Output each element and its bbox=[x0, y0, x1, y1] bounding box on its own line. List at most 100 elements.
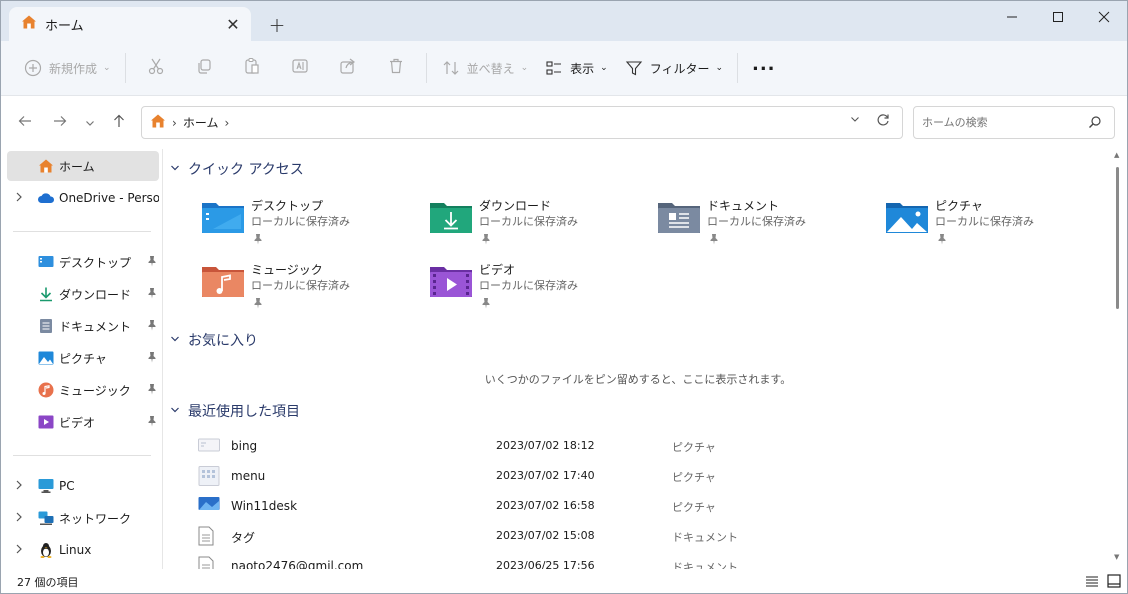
table-row[interactable]: bing 2023/07/02 18:12 ピクチャ bbox=[194, 431, 1094, 461]
arrow-right-icon bbox=[53, 114, 67, 132]
item-count: 27 個の項目 bbox=[17, 576, 79, 589]
quick-access-item-desktop[interactable]: デスクトップ ローカルに保存済み bbox=[201, 195, 411, 251]
maximize-button[interactable] bbox=[1035, 1, 1081, 33]
new-tab-button[interactable]: + bbox=[263, 11, 291, 39]
search-box[interactable] bbox=[913, 106, 1115, 139]
cut-button[interactable] bbox=[132, 50, 180, 86]
section-title: クイック アクセス bbox=[188, 162, 304, 178]
quick-access-heading[interactable]: クイック アクセス bbox=[170, 157, 304, 181]
file-name: naoto2476@gmil.com bbox=[231, 559, 364, 569]
details-view-icon[interactable] bbox=[1085, 574, 1099, 591]
pin-icon[interactable] bbox=[147, 351, 157, 366]
scrollbar-thumb[interactable] bbox=[1116, 167, 1119, 309]
download-folder-icon bbox=[429, 199, 473, 235]
pin-icon[interactable] bbox=[147, 415, 157, 430]
filter-button[interactable]: フィルター ⌄ bbox=[616, 50, 731, 86]
sidebar-item-videos[interactable]: ビデオ bbox=[7, 407, 159, 437]
refresh-icon[interactable] bbox=[876, 113, 890, 131]
quick-access-item-videos[interactable]: ビデオ ローカルに保存済み bbox=[429, 259, 639, 315]
folder-status: ローカルに保存済み bbox=[479, 215, 578, 228]
rename-button[interactable] bbox=[276, 50, 324, 86]
sidebar-item-label: ダウンロード bbox=[59, 287, 132, 302]
pin-icon bbox=[481, 294, 491, 313]
pin-icon bbox=[709, 230, 719, 249]
sidebar-item-onedrive[interactable]: OneDrive - Persona bbox=[7, 183, 159, 213]
table-row[interactable]: menu 2023/07/02 17:40 ピクチャ bbox=[194, 461, 1094, 491]
pin-icon[interactable] bbox=[147, 287, 157, 302]
back-button[interactable] bbox=[12, 111, 38, 135]
rename-icon bbox=[291, 57, 309, 79]
breadcrumb-separator-icon[interactable]: › bbox=[224, 116, 229, 130]
sort-button[interactable]: 並べ替え ⌄ bbox=[433, 50, 537, 86]
file-name: bing bbox=[231, 439, 258, 453]
chevron-right-icon[interactable] bbox=[15, 192, 23, 205]
file-type: ドキュメント bbox=[672, 561, 738, 569]
vertical-scrollbar[interactable]: ▲ ▼ bbox=[1111, 149, 1125, 569]
sidebar-item-pictures[interactable]: ピクチャ bbox=[7, 343, 159, 373]
sidebar-item-music[interactable]: ミュージック bbox=[7, 375, 159, 405]
tab-close-icon[interactable]: ✕ bbox=[219, 12, 247, 36]
pin-icon[interactable] bbox=[147, 383, 157, 398]
pin-icon[interactable] bbox=[147, 255, 157, 270]
folder-name: ドキュメント bbox=[707, 199, 780, 213]
favorites-heading[interactable]: お気に入り bbox=[170, 328, 258, 352]
table-row[interactable]: タグ 2023/07/02 15:08 ドキュメント bbox=[194, 521, 1094, 551]
tiles-view-icon[interactable] bbox=[1107, 574, 1121, 591]
chevron-right-icon[interactable] bbox=[15, 480, 23, 493]
quick-access-item-music[interactable]: ミュージック ローカルに保存済み bbox=[201, 259, 411, 315]
sidebar-item-linux[interactable]: Linux bbox=[7, 535, 159, 565]
sidebar-item-label: PC bbox=[59, 479, 75, 493]
address-row: › ホーム › bbox=[1, 97, 1127, 149]
scroll-down-arrow-icon[interactable]: ▼ bbox=[1114, 553, 1119, 561]
file-date: 2023/06/25 17:56 bbox=[496, 559, 595, 569]
chevron-right-icon[interactable] bbox=[15, 512, 23, 525]
more-options-button[interactable]: ... bbox=[744, 50, 784, 86]
breadcrumb-separator-icon[interactable]: › bbox=[172, 116, 177, 130]
delete-button[interactable] bbox=[372, 50, 420, 86]
recent-locations-button[interactable] bbox=[77, 111, 103, 135]
close-window-button[interactable] bbox=[1081, 1, 1127, 33]
tab-home[interactable]: ホーム ✕ bbox=[9, 7, 251, 41]
sidebar-item-network[interactable]: ネットワーク bbox=[7, 503, 159, 533]
paste-button[interactable] bbox=[228, 50, 276, 86]
view-toggle-group bbox=[1085, 574, 1121, 591]
quick-access-item-documents[interactable]: ドキュメント ローカルに保存済み bbox=[657, 195, 867, 251]
quick-access-item-downloads[interactable]: ダウンロード ローカルに保存済み bbox=[429, 195, 639, 251]
address-bar[interactable]: › ホーム › bbox=[141, 106, 903, 139]
sort-button-label: 並べ替え bbox=[466, 61, 515, 76]
file-type: ピクチャ bbox=[672, 501, 716, 514]
sidebar-item-desktop[interactable]: デスクトップ bbox=[7, 247, 159, 277]
table-row[interactable]: naoto2476@gmil.com 2023/06/25 17:56 ドキュメ… bbox=[194, 551, 1094, 569]
breadcrumb-home[interactable]: ホーム bbox=[183, 114, 219, 131]
desktop-icon bbox=[37, 253, 55, 271]
table-row[interactable]: Win11desk 2023/07/02 16:58 ピクチャ bbox=[194, 491, 1094, 521]
address-history-chevron-icon[interactable] bbox=[850, 114, 860, 127]
quick-access-item-pictures[interactable]: ピクチャ ローカルに保存済み bbox=[885, 195, 1095, 251]
minimize-button[interactable] bbox=[989, 1, 1035, 33]
sidebar-item-downloads[interactable]: ダウンロード bbox=[7, 279, 159, 309]
recent-heading[interactable]: 最近使用した項目 bbox=[170, 399, 300, 423]
title-bar: ホーム ✕ + bbox=[1, 1, 1127, 41]
chevron-right-icon[interactable] bbox=[15, 544, 23, 557]
up-button[interactable] bbox=[106, 111, 132, 135]
image-file-icon bbox=[198, 436, 220, 456]
image-file-icon bbox=[198, 496, 220, 516]
forward-button[interactable] bbox=[47, 111, 73, 135]
folder-status: ローカルに保存済み bbox=[935, 215, 1034, 228]
search-input[interactable] bbox=[922, 116, 1082, 129]
folder-status: ローカルに保存済み bbox=[251, 215, 350, 228]
copy-button[interactable] bbox=[180, 50, 228, 86]
sidebar-item-pc[interactable]: PC bbox=[7, 471, 159, 501]
pin-icon[interactable] bbox=[147, 319, 157, 334]
navigation-pane: ホーム OneDrive - Persona デスクトップ ダ bbox=[1, 149, 163, 569]
sidebar-item-home[interactable]: ホーム bbox=[7, 151, 159, 181]
sidebar-item-label: ネットワーク bbox=[59, 511, 132, 526]
view-button-label: 表示 bbox=[570, 61, 595, 76]
scroll-up-arrow-icon[interactable]: ▲ bbox=[1114, 151, 1119, 159]
document-icon bbox=[37, 317, 55, 335]
share-button[interactable] bbox=[324, 50, 372, 86]
sidebar-item-documents[interactable]: ドキュメント bbox=[7, 311, 159, 341]
new-button[interactable]: 新規作成 ⌄ bbox=[15, 50, 119, 86]
image-file-icon bbox=[198, 466, 220, 486]
view-button[interactable]: 表示 ⌄ bbox=[536, 50, 616, 86]
